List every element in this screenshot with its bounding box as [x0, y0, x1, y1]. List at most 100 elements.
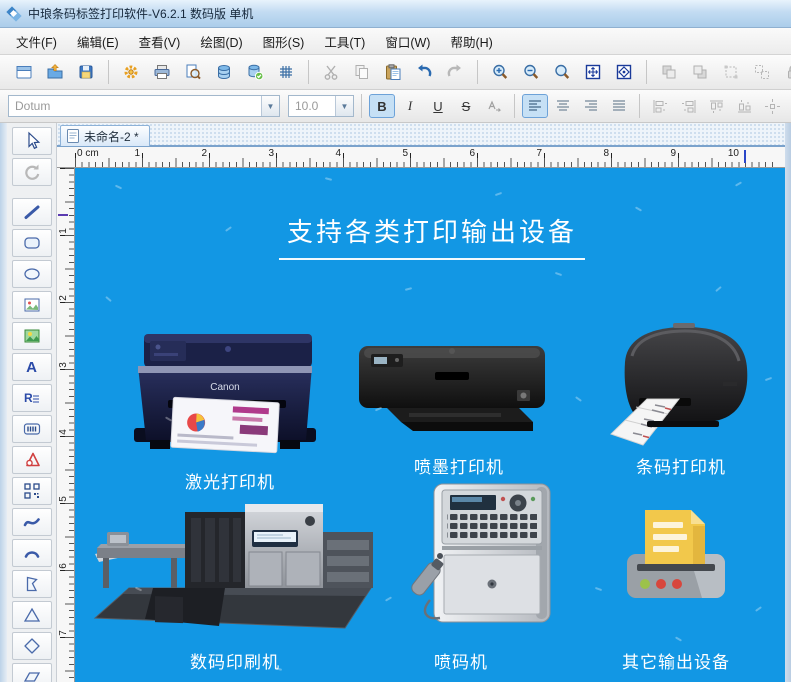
menu-file[interactable]: 文件(F)	[6, 28, 67, 55]
cursor-icon	[22, 131, 42, 151]
menu-view[interactable]: 查看(V)	[129, 28, 191, 55]
menu-draw[interactable]: 绘图(D)	[190, 28, 252, 55]
image-icon	[22, 295, 42, 315]
ruler-tick-label: 6	[461, 148, 475, 159]
database-button[interactable]	[210, 59, 238, 85]
menu-help[interactable]: 帮助(H)	[440, 28, 502, 55]
application-window: 中琅条码标签打印软件-V6.2.1 数码版 单机 文件(F) 编辑(E) 查看(…	[0, 0, 791, 682]
svg-text:Canon: Canon	[210, 382, 239, 393]
speckle	[735, 181, 742, 186]
send-to-back-button[interactable]	[686, 59, 714, 85]
menu-window[interactable]: 窗口(W)	[375, 28, 440, 55]
rotate-icon	[22, 162, 42, 182]
document-tab-bar: 未命名-2 *	[57, 123, 791, 147]
chevron-down-icon[interactable]: ▼	[261, 96, 279, 116]
laser-printer-image[interactable]: Canon	[120, 326, 330, 464]
page-settings-button[interactable]	[117, 59, 145, 85]
fit-page-button[interactable]	[579, 59, 607, 85]
copy-button[interactable]	[348, 59, 376, 85]
gear-icon	[122, 63, 140, 81]
distribute-horizontal-button[interactable]	[759, 94, 785, 118]
digital-press-image[interactable]	[93, 490, 378, 632]
ungroup-button[interactable]	[748, 59, 776, 85]
polygon-tool[interactable]	[12, 570, 52, 598]
canvas-heading[interactable]: 支持各类打印输出设备	[279, 212, 585, 260]
lock-button[interactable]	[779, 59, 791, 85]
align-center-button[interactable]	[550, 94, 576, 118]
device-label[interactable]: 条码打印机	[636, 453, 726, 478]
line-tool[interactable]	[12, 198, 52, 226]
save-file-button[interactable]	[72, 59, 100, 85]
menu-tools[interactable]: 工具(T)	[314, 28, 375, 55]
inkjet-printer-image[interactable]	[347, 334, 557, 446]
align-justify-button[interactable]	[606, 94, 632, 118]
align-bottom-edges-button[interactable]	[731, 94, 757, 118]
database-import-button[interactable]	[241, 59, 269, 85]
canvas[interactable]: 支持各类打印输出设备 Canon	[75, 168, 785, 682]
qrcode-tool[interactable]	[12, 477, 52, 505]
diamond-tool[interactable]	[12, 632, 52, 660]
menu-edit[interactable]: 编辑(E)	[67, 28, 129, 55]
document-tab[interactable]: 未命名-2 *	[60, 125, 150, 146]
device-label[interactable]: 其它输出设备	[622, 648, 730, 673]
new-document-button[interactable]	[10, 59, 38, 85]
paste-button[interactable]	[379, 59, 407, 85]
device-label[interactable]: 激光打印机	[185, 468, 275, 493]
font-size-select[interactable]: 10.0 ▼	[288, 95, 354, 117]
cut-button[interactable]	[317, 59, 345, 85]
device-label[interactable]: 喷码机	[434, 648, 488, 673]
curve-tool[interactable]	[12, 508, 52, 536]
triangle-tool[interactable]	[12, 601, 52, 629]
underline-button[interactable]: U	[425, 94, 451, 118]
arc-tool[interactable]	[12, 539, 52, 567]
open-file-button[interactable]	[41, 59, 69, 85]
strikethrough-button[interactable]: S	[453, 94, 479, 118]
distribute-vertical-button[interactable]	[787, 94, 791, 118]
text-orientation-button[interactable]	[481, 94, 507, 118]
qrcode-icon	[22, 481, 42, 501]
rotate-tool[interactable]	[12, 158, 52, 186]
drawing-toolbox: A R	[7, 123, 57, 682]
rich-text-tool[interactable]: R	[12, 384, 52, 412]
vertical-ruler[interactable]: 1 2 3 4 5 6 7	[57, 168, 75, 682]
text-tool[interactable]: A	[12, 353, 52, 381]
zoom-out-button[interactable]	[517, 59, 545, 85]
speckle	[635, 206, 642, 211]
print-preview-button[interactable]	[179, 59, 207, 85]
zoom-in-button[interactable]	[486, 59, 514, 85]
italic-button[interactable]: I	[397, 94, 423, 118]
inkjet-coder-image[interactable]	[400, 478, 568, 628]
bold-button[interactable]: B	[369, 94, 395, 118]
title-bar[interactable]: 中琅条码标签打印软件-V6.2.1 数码版 单机	[0, 0, 791, 28]
image-tool[interactable]	[12, 291, 52, 319]
fit-selection-button[interactable]	[610, 59, 638, 85]
align-left-button[interactable]	[522, 94, 548, 118]
shape-library-tool[interactable]	[12, 446, 52, 474]
parallelogram-tool[interactable]	[12, 663, 52, 682]
grid-toggle-button[interactable]	[272, 59, 300, 85]
ellipse-tool[interactable]	[12, 260, 52, 288]
align-left-edges-button[interactable]	[647, 94, 673, 118]
barcode-tool[interactable]	[12, 415, 52, 443]
undo-button[interactable]	[410, 59, 438, 85]
device-label[interactable]: 数码印刷机	[190, 648, 280, 673]
chevron-down-icon[interactable]: ▼	[335, 96, 353, 116]
zoom-tool-button[interactable]	[548, 59, 576, 85]
rounded-rectangle-tool[interactable]	[12, 229, 52, 257]
horizontal-ruler[interactable]: 0 cm 1 2 3 4 5 6 7 8 9 10	[57, 147, 791, 168]
print-button[interactable]	[148, 59, 176, 85]
barcode-printer-image[interactable]	[595, 320, 763, 448]
select-tool[interactable]	[12, 127, 52, 155]
device-label[interactable]: 喷墨打印机	[414, 453, 504, 478]
menu-shape[interactable]: 图形(S)	[253, 28, 315, 55]
toolbar-separator	[361, 94, 362, 118]
font-family-select[interactable]: Dotum ▼	[8, 95, 280, 117]
other-output-device-icon[interactable]	[621, 502, 731, 612]
redo-button[interactable]	[441, 59, 469, 85]
align-top-edges-button[interactable]	[703, 94, 729, 118]
align-right-button[interactable]	[578, 94, 604, 118]
group-button[interactable]	[717, 59, 745, 85]
bring-to-front-button[interactable]	[655, 59, 683, 85]
align-right-edges-button[interactable]	[675, 94, 701, 118]
picture-tool[interactable]	[12, 322, 52, 350]
